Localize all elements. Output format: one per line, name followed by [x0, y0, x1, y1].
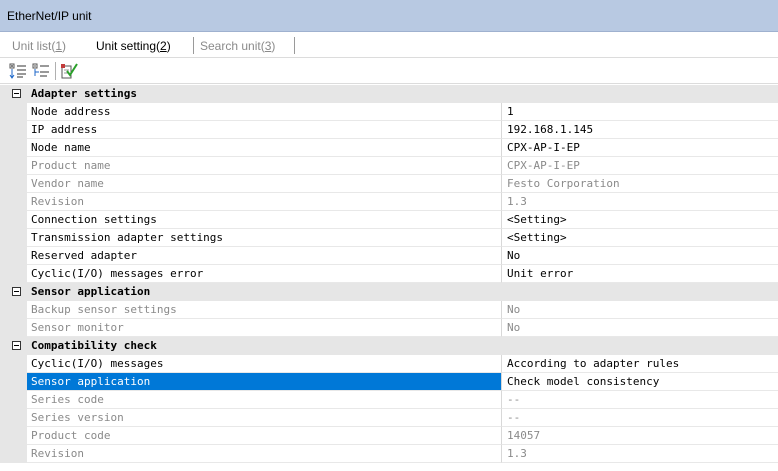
- property-value: No: [501, 301, 778, 319]
- sort-by-category-icon[interactable]: [9, 62, 27, 80]
- collapse-icon[interactable]: [12, 287, 21, 296]
- row-margin: [0, 445, 27, 463]
- collapse-icon[interactable]: [12, 341, 21, 350]
- property-name[interactable]: Cyclic(I/O) messages: [27, 355, 501, 373]
- property-name[interactable]: Revision: [27, 445, 501, 463]
- row-margin: [0, 193, 27, 211]
- property-value: CPX-AP-I-EP: [501, 157, 778, 175]
- row-margin: [0, 427, 27, 445]
- property-value: --: [501, 391, 778, 409]
- property-name[interactable]: Connection settings: [27, 211, 501, 229]
- window-title-bar: EtherNet/IP unit: [0, 0, 778, 32]
- tab-unit-setting[interactable]: Unit setting(2): [96, 39, 171, 53]
- tab-search-unit[interactable]: Search unit(3): [200, 39, 275, 53]
- sort-alphabetical-icon[interactable]: [32, 62, 50, 80]
- property-name[interactable]: Sensor monitor: [27, 319, 501, 337]
- property-value[interactable]: <Setting>: [501, 211, 778, 229]
- property-row[interactable]: Sensor application Check model consistenc…: [0, 373, 778, 391]
- property-row[interactable]: Revision 1.3: [0, 445, 778, 463]
- collapse-icon[interactable]: [12, 89, 21, 98]
- tab-strip: Unit list(1) Unit setting(2) Search unit…: [0, 33, 778, 58]
- row-margin: [0, 265, 27, 283]
- row-margin: [0, 373, 27, 391]
- property-row[interactable]: Series version --: [0, 409, 778, 427]
- toolbar: [0, 58, 778, 84]
- property-value[interactable]: Check model consistency: [501, 373, 778, 391]
- row-margin: [0, 175, 27, 193]
- property-name[interactable]: Product name: [27, 157, 501, 175]
- property-row[interactable]: Backup sensor settings No: [0, 301, 778, 319]
- property-name[interactable]: Backup sensor settings: [27, 301, 501, 319]
- property-grid: Adapter settings Node address 1 IP address 1…: [0, 85, 778, 471]
- property-value: 1.3: [501, 445, 778, 463]
- property-value: Festo Corporation: [501, 175, 778, 193]
- property-row[interactable]: IP address 192.168.1.145: [0, 121, 778, 139]
- property-row[interactable]: Sensor monitor No: [0, 319, 778, 337]
- row-margin: [0, 229, 27, 247]
- row-margin: [0, 121, 27, 139]
- category-label: Sensor application: [31, 285, 151, 298]
- property-row[interactable]: Reserved adapter No: [0, 247, 778, 265]
- property-name[interactable]: IP address: [27, 121, 501, 139]
- row-margin: [0, 355, 27, 373]
- property-name[interactable]: Revision: [27, 193, 501, 211]
- property-value[interactable]: No: [501, 247, 778, 265]
- row-margin: [0, 301, 27, 319]
- row-margin: [0, 247, 27, 265]
- tab-separator: [294, 37, 295, 54]
- row-margin: [0, 103, 27, 121]
- property-name[interactable]: Transmission adapter settings: [27, 229, 501, 247]
- row-margin: [0, 391, 27, 409]
- category-row[interactable]: Compatibility check: [0, 337, 778, 355]
- property-value[interactable]: Unit error: [501, 265, 778, 283]
- property-row[interactable]: Series code --: [0, 391, 778, 409]
- property-row[interactable]: Transmission adapter settings <Setting>: [0, 229, 778, 247]
- property-value[interactable]: <Setting>: [501, 229, 778, 247]
- property-value[interactable]: 192.168.1.145: [501, 121, 778, 139]
- tab-unit-list[interactable]: Unit list(1): [12, 39, 66, 53]
- property-value: 14057: [501, 427, 778, 445]
- property-name[interactable]: Series version: [27, 409, 501, 427]
- property-value: --: [501, 409, 778, 427]
- row-margin: [0, 157, 27, 175]
- property-name[interactable]: Reserved adapter: [27, 247, 501, 265]
- property-name[interactable]: Series code: [27, 391, 501, 409]
- row-margin: [0, 319, 27, 337]
- category-label: Adapter settings: [31, 87, 137, 100]
- row-margin: [0, 211, 27, 229]
- property-value: 1.3: [501, 193, 778, 211]
- property-value: No: [501, 319, 778, 337]
- category-label: Compatibility check: [31, 339, 157, 352]
- property-row[interactable]: Cyclic(I/O) messages According to adapter…: [0, 355, 778, 373]
- category-row[interactable]: Adapter settings: [0, 85, 778, 103]
- property-name[interactable]: Cyclic(I/O) messages error: [27, 265, 501, 283]
- property-row[interactable]: Revision 1.3: [0, 193, 778, 211]
- row-margin: [0, 409, 27, 427]
- property-row[interactable]: Node name CPX-AP-I-EP: [0, 139, 778, 157]
- toolbar-separator: [55, 62, 56, 80]
- property-row[interactable]: Vendor name Festo Corporation: [0, 175, 778, 193]
- property-row[interactable]: Product name CPX-AP-I-EP: [0, 157, 778, 175]
- property-row[interactable]: Product code 14057: [0, 427, 778, 445]
- property-name[interactable]: Sensor application: [27, 373, 501, 391]
- category-row[interactable]: Sensor application: [0, 283, 778, 301]
- row-margin: [0, 139, 27, 157]
- window-title: EtherNet/IP unit: [7, 9, 92, 23]
- property-value[interactable]: CPX-AP-I-EP: [501, 139, 778, 157]
- edit-check-icon[interactable]: [60, 62, 78, 80]
- tab-separator: [193, 37, 194, 54]
- property-value[interactable]: According to adapter rules: [501, 355, 778, 373]
- property-name[interactable]: Product code: [27, 427, 501, 445]
- property-value[interactable]: 1: [501, 103, 778, 121]
- property-row[interactable]: Connection settings <Setting>: [0, 211, 778, 229]
- property-name[interactable]: Node address: [27, 103, 501, 121]
- property-row[interactable]: Node address 1: [0, 103, 778, 121]
- property-row[interactable]: Cyclic(I/O) messages error Unit error: [0, 265, 778, 283]
- property-name[interactable]: Vendor name: [27, 175, 501, 193]
- property-name[interactable]: Node name: [27, 139, 501, 157]
